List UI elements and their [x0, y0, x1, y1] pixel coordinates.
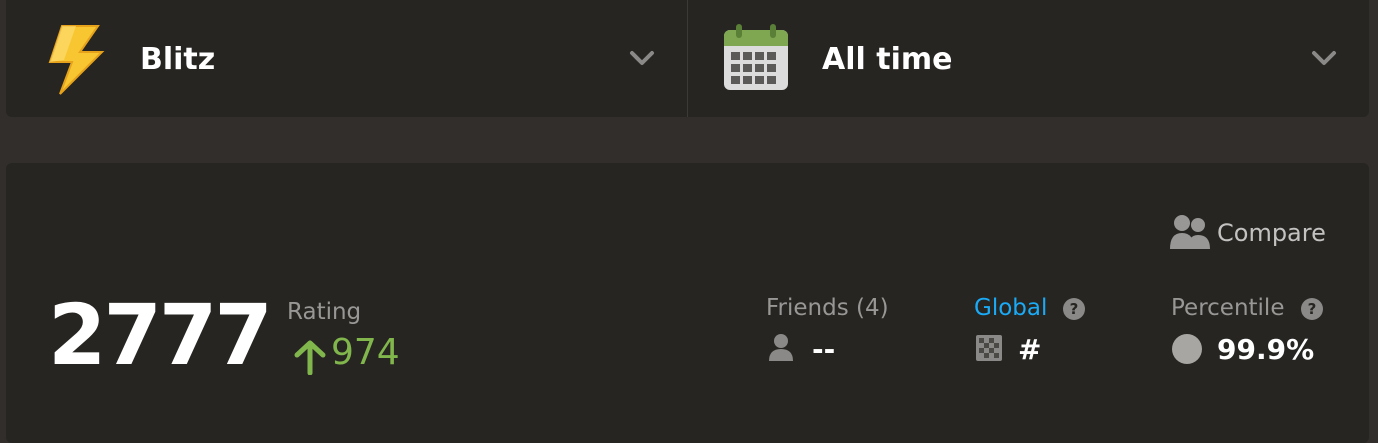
game-type-selector[interactable]: Blitz	[6, 0, 687, 117]
compare-label: Compare	[1217, 219, 1326, 247]
percentile-value: 99.9%	[1217, 333, 1315, 366]
lightning-icon	[48, 25, 105, 95]
percentile-stat: Percentile ? 99.9%	[1171, 295, 1323, 366]
global-link[interactable]: Global	[974, 295, 1047, 321]
global-value: #	[1018, 333, 1042, 366]
chessboard-icon	[976, 335, 1002, 361]
chevron-down-icon	[630, 51, 654, 65]
user-icon	[769, 334, 793, 361]
rating-change-value: 974	[331, 332, 400, 373]
compare-users-icon	[1170, 215, 1210, 249]
time-range-selector[interactable]: All time	[688, 0, 1369, 117]
filter-bar: Blitz All time	[6, 0, 1369, 117]
arrow-up-icon	[294, 340, 326, 375]
percentile-label: Percentile	[1171, 295, 1285, 321]
time-range-label: All time	[822, 42, 953, 77]
stats-card: Compare 2777 Rating 974 Friends (4) -- G…	[6, 163, 1369, 443]
game-type-label: Blitz	[140, 42, 216, 77]
percentile-help-icon[interactable]: ?	[1301, 298, 1323, 320]
friends-stat: Friends (4) --	[766, 295, 889, 366]
friends-value: --	[812, 333, 836, 366]
friends-label: Friends (4)	[766, 295, 889, 321]
global-help-icon[interactable]: ?	[1063, 298, 1085, 320]
global-stat: Global ? #	[974, 295, 1085, 366]
rating-value: 2777	[48, 286, 273, 384]
rating-label: Rating	[287, 299, 362, 325]
chevron-down-icon	[1312, 51, 1336, 65]
calendar-icon	[724, 24, 788, 90]
percentile-circle-icon	[1172, 334, 1202, 364]
